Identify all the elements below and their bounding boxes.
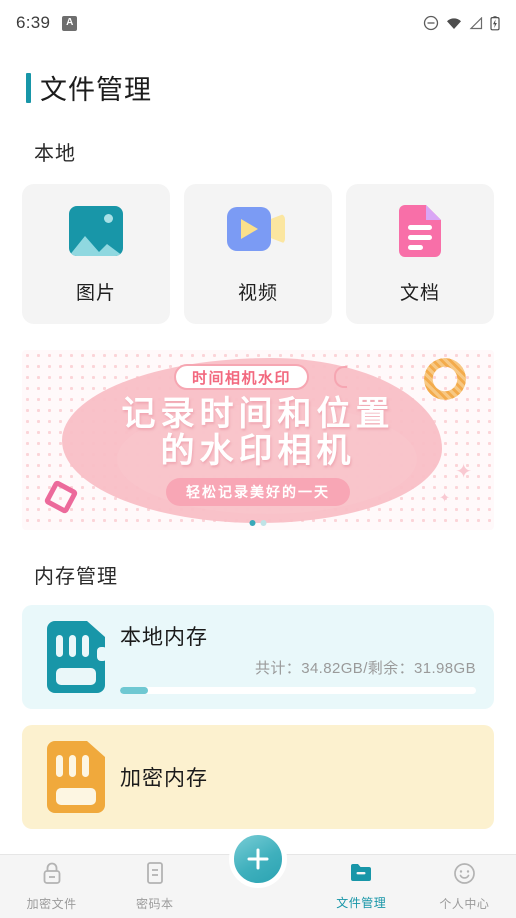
banner-headline-line2: 的水印相机 — [160, 432, 356, 470]
nav-item-encrypted-files[interactable]: 加密文件 — [0, 855, 103, 918]
add-button[interactable] — [229, 830, 287, 888]
document-icon — [389, 204, 451, 260]
title-accent-bar — [26, 72, 31, 103]
promo-banner[interactable]: ✦ ✦ 时间相机水印 记录时间和位置 的水印相机 轻松记录美好的一天 — [22, 350, 494, 530]
storage-card-local-body: 本地内存 共计：34.82GB/剩余：31.98GB — [112, 621, 476, 694]
status-bar: 6:39 A — [0, 0, 516, 46]
page-title: 文件管理 — [0, 46, 516, 107]
video-icon — [227, 204, 289, 260]
bottom-navigation-bar: 加密文件 密码本 文件管理 个人中心 — [0, 830, 516, 918]
folder-icon — [349, 862, 373, 889]
category-card-documents[interactable]: 文档 — [346, 184, 494, 324]
category-card-images[interactable]: 图片 — [22, 184, 170, 324]
carousel-dot-1[interactable] — [249, 520, 256, 526]
storage-progress-fill-local — [120, 686, 149, 694]
nav-label-encrypted-files: 加密文件 — [26, 897, 77, 911]
sparkle-icon-small: ✦ — [439, 490, 450, 505]
nav-label-password-book: 密码本 — [136, 897, 174, 911]
lock-icon — [41, 861, 63, 890]
decorative-diamond-icon — [43, 479, 79, 515]
plus-icon — [245, 846, 271, 872]
carousel-dot-2[interactable] — [260, 520, 267, 526]
category-label-videos: 视频 — [237, 282, 278, 304]
signal-icon — [469, 16, 483, 30]
banner-headline-line1: 记录时间和位置 — [121, 395, 395, 433]
category-card-videos[interactable]: 视频 — [184, 184, 332, 324]
storage-card-local[interactable]: 本地内存 共计：34.82GB/剩余：31.98GB — [22, 605, 494, 709]
banner-carousel-dots[interactable] — [249, 520, 267, 526]
storage-card-encrypted-body: 加密内存 — [112, 762, 476, 792]
page-title-text: 文件管理 — [40, 75, 152, 105]
decorative-ring-icon — [424, 358, 466, 400]
status-bar-time: 6:39 — [16, 13, 51, 32]
nav-item-password-book[interactable]: 密码本 — [103, 855, 206, 918]
category-label-images: 图片 — [75, 282, 116, 304]
banner-headline: 记录时间和位置 的水印相机 — [22, 396, 494, 470]
storage-name-encrypted: 加密内存 — [120, 767, 208, 790]
section-title-local: 本地 — [34, 143, 76, 165]
notebook-icon — [145, 861, 165, 890]
storage-meta-local: 共计：34.82GB/剩余：31.98GB — [255, 659, 476, 677]
local-category-row: 图片 视频 文档 — [0, 166, 516, 324]
sd-card-icon — [40, 621, 112, 693]
nav-label-profile: 个人中心 — [439, 896, 490, 911]
sd-card-icon-encrypted — [40, 741, 112, 813]
banner-badge: 时间相机水印 — [174, 364, 310, 390]
battery-charging-icon — [490, 15, 500, 31]
smiley-face-icon — [453, 862, 476, 890]
nav-item-file-manager[interactable]: 文件管理 — [310, 855, 413, 918]
status-bar-app-icon: A — [62, 15, 78, 31]
section-title-storage: 内存管理 — [34, 566, 118, 588]
banner-badge-chevron-icon — [334, 366, 347, 388]
nav-label-file-manager: 文件管理 — [336, 896, 387, 910]
storage-progress-track-local — [120, 686, 476, 694]
banner-subtitle: 轻松记录美好的一天 — [166, 478, 350, 506]
page-content: 文件管理 本地 图片 视频 文档 ✦ ✦ 时间相机水印 记录时间和位置 的水印相… — [0, 46, 516, 918]
nav-item-profile[interactable]: 个人中心 — [413, 855, 516, 918]
image-icon — [65, 204, 127, 260]
dnd-icon — [423, 15, 439, 31]
wifi-icon — [446, 17, 462, 30]
status-bar-icons — [423, 15, 500, 31]
category-label-documents: 文档 — [399, 282, 440, 304]
storage-name-local: 本地内存 — [120, 625, 208, 649]
storage-card-encrypted[interactable]: 加密内存 — [22, 725, 494, 829]
